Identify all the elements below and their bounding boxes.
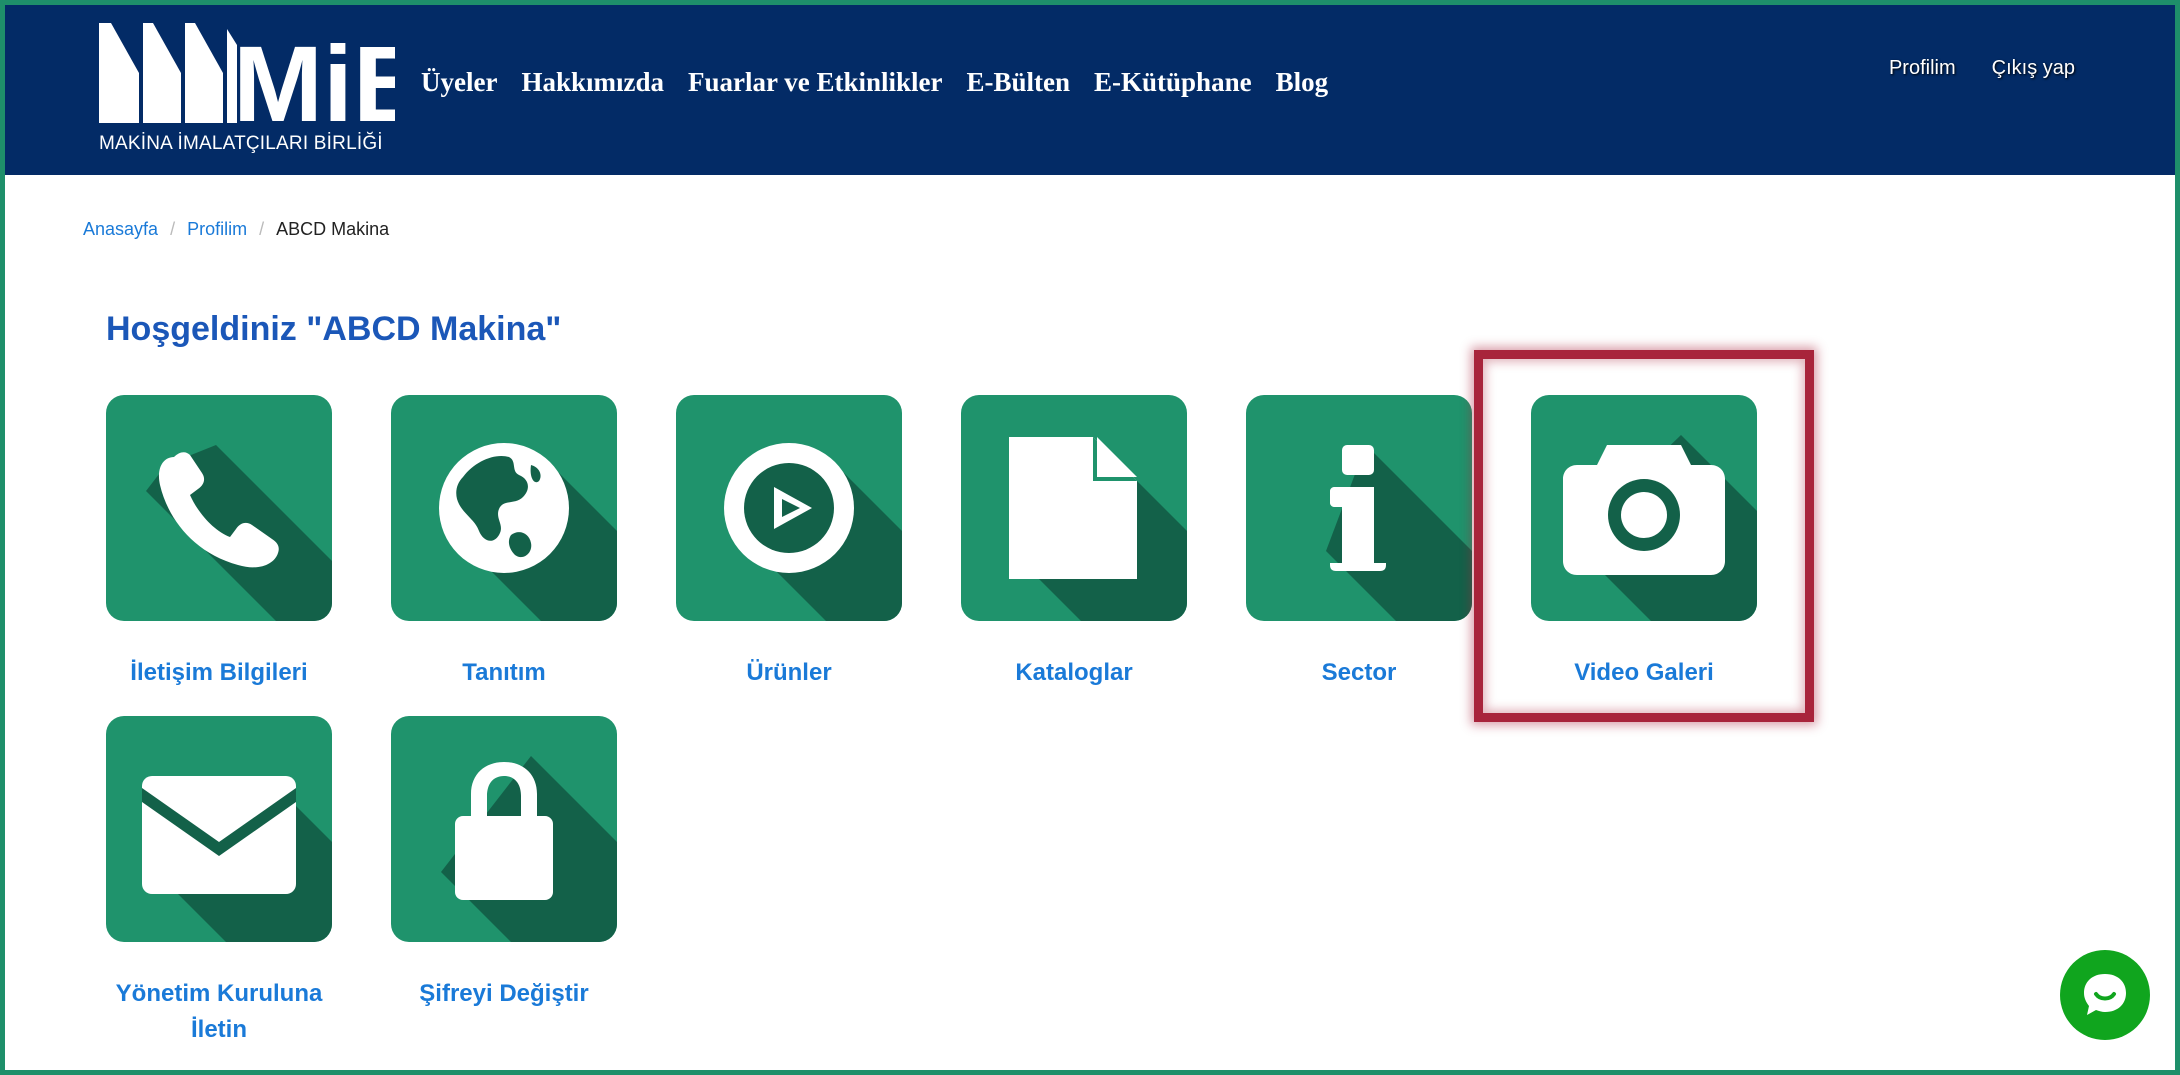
page-title: Hoşgeldiniz "ABCD Makina"	[106, 310, 562, 348]
tile-urunler[interactable]: Ürünler	[676, 395, 902, 691]
chat-button[interactable]	[2060, 950, 2150, 1040]
breadcrumb-profile[interactable]: Profilim	[187, 219, 247, 240]
selection-highlight	[1474, 350, 1814, 722]
tile-box[interactable]	[391, 716, 617, 942]
tile-label[interactable]: Ürünler	[676, 655, 902, 691]
logo-mark-icon: MiB	[99, 23, 431, 144]
tile-label[interactable]: Kataloglar	[961, 655, 1187, 691]
svg-text:MiB: MiB	[233, 23, 395, 130]
tile-box[interactable]	[961, 395, 1187, 621]
breadcrumb: Anasayfa / Profilim / ABCD Makina	[83, 219, 389, 240]
nav-hakkimizda[interactable]: Hakkımızda	[521, 67, 664, 98]
envelope-icon	[142, 776, 332, 942]
main-nav: Üyeler Hakkımızda Fuarlar ve Etkinlikler…	[421, 67, 1352, 98]
phone-icon	[146, 445, 332, 621]
profile-link[interactable]: Profilim	[1889, 57, 1956, 80]
tile-label[interactable]: Sector	[1246, 655, 1472, 691]
tile-box[interactable]	[676, 395, 902, 621]
tile-box[interactable]	[391, 395, 617, 621]
tile-sector[interactable]: Sector	[1246, 395, 1472, 691]
info-icon	[1326, 445, 1472, 621]
tile-label[interactable]: Yönetim Kuruluna İletin	[106, 976, 332, 1048]
tile-tanitim[interactable]: Tanıtım	[391, 395, 617, 691]
logout-link[interactable]: Çıkış yap	[1992, 57, 2075, 80]
tile-box[interactable]	[106, 395, 332, 621]
nav-e-bulten[interactable]: E-Bülten	[966, 67, 1070, 98]
nav-uyeler[interactable]: Üyeler	[421, 67, 497, 98]
tile-label[interactable]: Tanıtım	[391, 655, 617, 691]
tile-box[interactable]	[106, 716, 332, 942]
lock-icon	[441, 756, 617, 942]
tile-label[interactable]: Şifreyi Değiştir	[391, 976, 617, 1012]
breadcrumb-current: ABCD Makina	[276, 219, 390, 239]
tile-box[interactable]	[1246, 395, 1472, 621]
tile-sifreyi-degistir[interactable]: Şifreyi Değiştir	[391, 716, 617, 1012]
user-links: Profilim Çıkış yap	[1889, 57, 2075, 80]
tile-label[interactable]: İletişim Bilgileri	[106, 655, 332, 691]
tile-kataloglar[interactable]: Kataloglar	[961, 395, 1187, 691]
mib-logo[interactable]: MiB MAKİNA İMALATÇILARI BİRLİĞİ	[99, 15, 431, 165]
nav-e-kutuphane[interactable]: E-Kütüphane	[1094, 67, 1252, 98]
logo-subtitle: MAKİNA İMALATÇILARI BİRLİĞİ	[99, 133, 383, 154]
site-header: MiB MAKİNA İMALATÇILARI BİRLİĞİ Üyeler H…	[5, 5, 2175, 175]
nav-blog[interactable]: Blog	[1276, 67, 1329, 98]
nav-fuarlar[interactable]: Fuarlar ve Etkinlikler	[688, 67, 943, 98]
document-icon	[1009, 437, 1187, 621]
breadcrumb-separator: /	[170, 219, 176, 239]
globe-icon	[439, 443, 617, 621]
breadcrumb-separator: /	[259, 219, 265, 239]
play-circle-icon	[724, 443, 902, 621]
tile-iletisim-bilgileri[interactable]: İletişim Bilgileri	[106, 395, 332, 691]
breadcrumb-home[interactable]: Anasayfa	[83, 219, 158, 240]
tile-yonetim-kuruluna-iletin[interactable]: Yönetim Kuruluna İletin	[106, 716, 332, 1048]
chat-bubble-icon	[2084, 974, 2126, 1015]
